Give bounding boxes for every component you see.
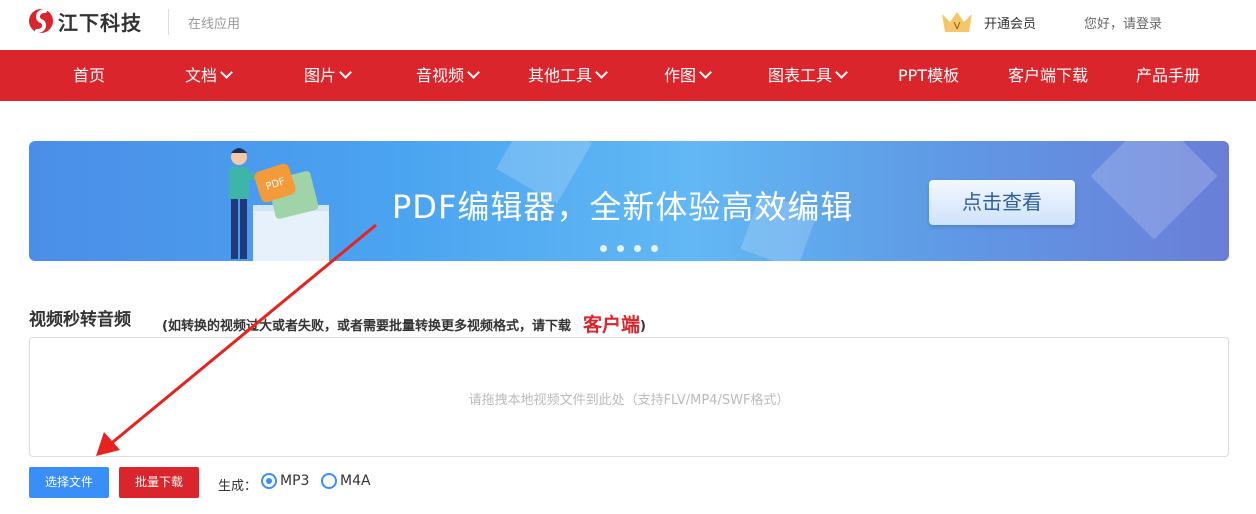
chevron-down-icon xyxy=(699,66,712,79)
chevron-down-icon xyxy=(220,66,233,79)
nav-item-chart-tools[interactable]: 图表工具 xyxy=(768,50,848,101)
nav-label: 其他工具 xyxy=(528,66,593,85)
format-option-mp3[interactable]: MP3 xyxy=(261,473,309,489)
note-suffix: ) xyxy=(639,319,646,334)
top-header: 江下科技 在线应用 V 开通会员 您好，请登录 xyxy=(0,0,1256,50)
main-nav: 首页 文档 图片 音视频 其他工具 作图 图表工具 PPT模板 客户端下载 产品… xyxy=(0,50,1256,101)
client-download-link[interactable]: 客户端 xyxy=(583,314,640,336)
nav-item-images[interactable]: 图片 xyxy=(304,50,352,101)
crown-icon: V xyxy=(942,12,972,32)
carousel-dot[interactable] xyxy=(634,245,641,252)
tool-note: (如转换的视频过大或者失败，或者需要批量转换更多视频格式，请下载 客户端) xyxy=(162,309,646,336)
chevron-down-icon xyxy=(595,66,608,79)
header-divider xyxy=(168,9,169,35)
note-prefix: (如转换的视频过大或者失败，或者需要批量转换更多视频格式，请下载 xyxy=(162,319,571,334)
brand-logo[interactable]: 江下科技 xyxy=(28,6,142,36)
nav-item-draw[interactable]: 作图 xyxy=(664,50,712,101)
person-illustration: PDF xyxy=(229,148,329,261)
nav-label: 音视频 xyxy=(416,66,465,85)
nav-item-client-download[interactable]: 客户端下载 xyxy=(1008,50,1088,101)
format-label: MP3 xyxy=(280,473,310,489)
nav-label: 文档 xyxy=(185,66,218,85)
svg-text:V: V xyxy=(954,21,961,32)
banner-view-button[interactable]: 点击查看 xyxy=(929,180,1075,225)
chevron-down-icon xyxy=(835,66,848,79)
promo-banner[interactable]: PDF PDF编辑器，全新体验高效编辑 点击查看 xyxy=(29,141,1229,261)
batch-download-button[interactable]: 批量下载 xyxy=(119,467,199,498)
chevron-down-icon xyxy=(339,66,352,79)
nav-item-av[interactable]: 音视频 xyxy=(416,50,480,101)
nav-item-ppt[interactable]: PPT模板 xyxy=(898,50,959,101)
dropzone-hint: 请拖拽本地视频文件到此处（支持FLV/MP4/SWF格式） xyxy=(468,393,790,408)
carousel-dots xyxy=(600,245,668,252)
nav-label: PPT模板 xyxy=(898,66,960,85)
nav-label: 图片 xyxy=(304,66,337,85)
nav-label: 首页 xyxy=(73,66,106,85)
choose-file-button[interactable]: 选择文件 xyxy=(29,467,109,498)
nav-item-other-tools[interactable]: 其他工具 xyxy=(528,50,608,101)
nav-label: 作图 xyxy=(664,66,697,85)
format-option-m4a[interactable]: M4A xyxy=(321,473,371,489)
nav-item-docs[interactable]: 文档 xyxy=(185,50,233,101)
login-link[interactable]: 您好，请登录 xyxy=(1084,13,1162,32)
nav-label: 客户端下载 xyxy=(1008,66,1089,85)
nav-item-home[interactable]: 首页 xyxy=(73,50,105,101)
radio-unchecked-icon[interactable] xyxy=(321,473,337,489)
header-tagline: 在线应用 xyxy=(188,17,241,32)
vip-button[interactable]: V 开通会员 xyxy=(940,10,1036,34)
vip-label: 开通会员 xyxy=(984,16,1037,32)
carousel-dot[interactable] xyxy=(651,245,658,252)
logo-icon xyxy=(29,9,53,33)
tool-title: 视频秒转音频 xyxy=(29,310,131,330)
generate-label: 生成： xyxy=(218,479,258,494)
brand-name: 江下科技 xyxy=(58,10,142,35)
carousel-dot[interactable] xyxy=(617,245,624,252)
chevron-down-icon xyxy=(467,66,480,79)
banner-decor xyxy=(1090,141,1218,240)
nav-label: 图表工具 xyxy=(768,66,833,85)
nav-label: 产品手册 xyxy=(1136,66,1201,85)
format-label: M4A xyxy=(340,473,371,489)
radio-checked-icon[interactable] xyxy=(261,473,277,489)
banner-headline: PDF编辑器，全新体验高效编辑 xyxy=(392,188,854,226)
carousel-dot[interactable] xyxy=(600,245,607,252)
nav-item-manual[interactable]: 产品手册 xyxy=(1136,50,1200,101)
file-dropzone[interactable]: 请拖拽本地视频文件到此处（支持FLV/MP4/SWF格式） xyxy=(29,337,1229,457)
